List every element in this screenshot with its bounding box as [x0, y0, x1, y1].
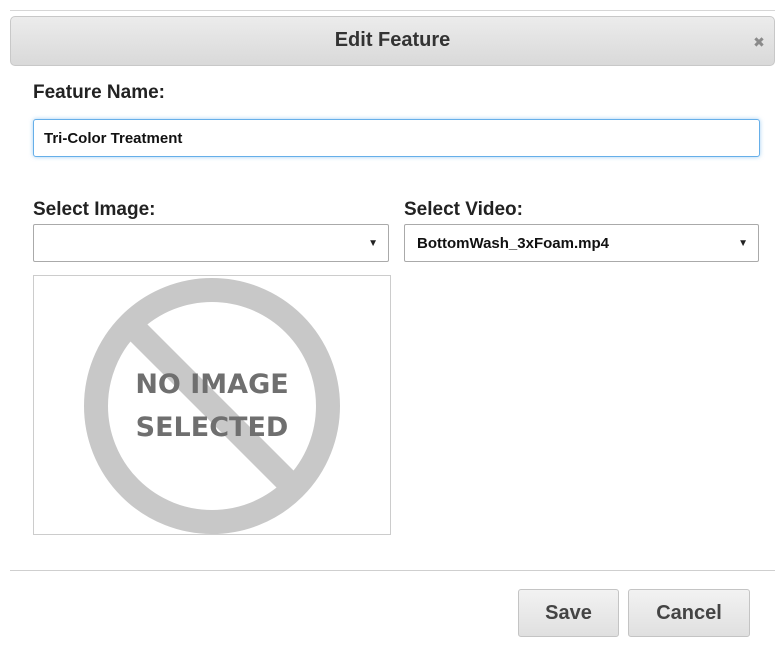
edit-feature-dialog: Edit Feature ✖ Feature Name: Select Imag… [0, 0, 775, 654]
close-icon[interactable]: ✖ [750, 33, 768, 51]
dialog-title: Edit Feature [334, 29, 451, 51]
dialog-titlebar[interactable]: Edit Feature ✖ [10, 16, 775, 66]
chevron-down-icon: ▼ [738, 238, 748, 249]
select-video-label: Select Video: [404, 199, 523, 220]
footer-divider [10, 570, 775, 571]
feature-name-input[interactable] [33, 119, 760, 157]
chevron-down-icon: ▼ [368, 238, 378, 249]
select-video-dropdown[interactable]: BottomWash_3xFoam.mp4 ▼ [404, 224, 759, 262]
no-image-text-line2: SELECTED [136, 412, 289, 443]
no-image-text-line1: NO IMAGE [135, 369, 288, 400]
select-video-value: BottomWash_3xFoam.mp4 [417, 235, 609, 252]
cancel-button[interactable]: Cancel [628, 589, 750, 637]
select-image-label: Select Image: [33, 199, 156, 220]
save-button[interactable]: Save [518, 589, 619, 637]
select-image-dropdown[interactable]: ▼ [33, 224, 389, 262]
top-divider [10, 10, 775, 11]
feature-name-label: Feature Name: [33, 82, 165, 103]
image-preview: NO IMAGE SELECTED [33, 275, 391, 535]
no-image-icon: NO IMAGE SELECTED [84, 278, 340, 534]
prohibition-slash [121, 315, 303, 497]
